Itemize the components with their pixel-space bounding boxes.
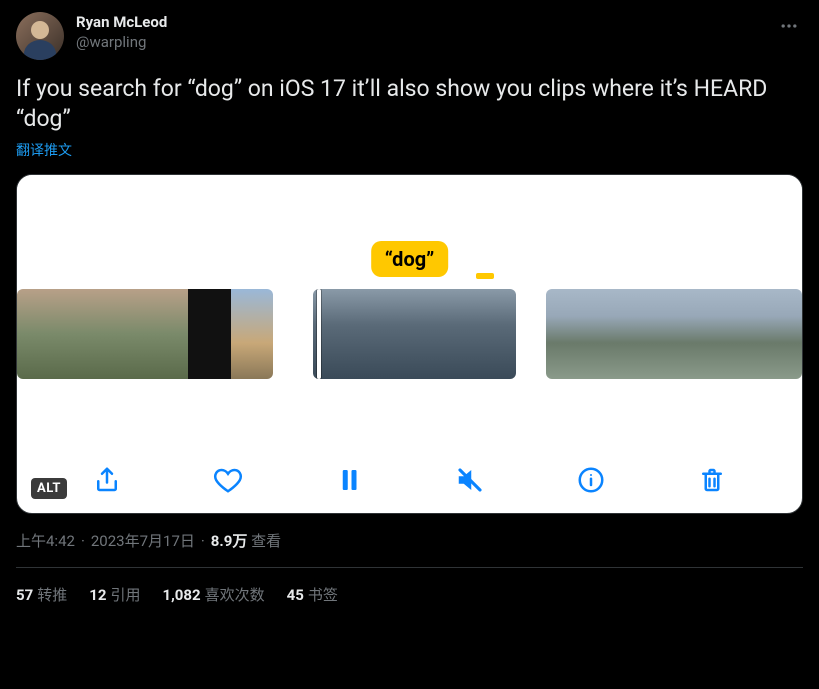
tweet-header: Ryan McLeod @warpling (16, 12, 803, 60)
video-thumbnail (717, 289, 760, 379)
retweets-label: 转推 (37, 586, 67, 604)
retweets-count: 57 (16, 586, 33, 604)
avatar[interactable] (16, 12, 64, 60)
video-thumbnail (364, 289, 415, 379)
translate-link[interactable]: 翻译推文 (16, 140, 72, 160)
video-thumbnail (60, 289, 103, 379)
delete-button[interactable] (697, 465, 727, 495)
views-count: 8.9万 (211, 532, 248, 550)
search-token-badge: “dog” (371, 241, 449, 277)
likes-stat[interactable]: 1,082 喜欢次数 (162, 584, 264, 605)
tweet-meta: 上午4:42 · 2023年7月17日 · 8.9万 查看 (16, 530, 803, 568)
views-label: 查看 (247, 532, 281, 550)
retweets-stat[interactable]: 57转推 (16, 584, 67, 605)
video-thumbnail (759, 289, 802, 379)
video-thumbnail (415, 289, 466, 379)
quotes-stat[interactable]: 12引用 (89, 584, 140, 605)
quotes-count: 12 (89, 586, 106, 604)
views[interactable]: 8.9万 查看 (211, 530, 281, 551)
playhead-marker (476, 273, 494, 279)
clip-group-1[interactable] (17, 289, 273, 379)
like-button[interactable] (213, 465, 243, 495)
more-button[interactable] (775, 12, 803, 40)
likes-label: 喜欢次数 (205, 586, 265, 604)
bookmarks-count: 45 (287, 586, 304, 604)
video-thumbnail (465, 289, 516, 379)
media-attachment[interactable]: “dog” (16, 174, 803, 514)
meta-separator: · (201, 532, 205, 550)
video-thumbnail (588, 289, 631, 379)
clip-group-2[interactable] (313, 289, 515, 379)
mute-button[interactable] (455, 465, 485, 495)
media-header-area: “dog” (17, 175, 802, 283)
thumbnail-strip (17, 289, 802, 379)
user-block: Ryan McLeod @warpling (76, 12, 763, 52)
video-thumbnail (17, 289, 60, 379)
tweet-text: If you search for “dog” on iOS 17 it’ll … (16, 74, 803, 134)
bookmarks-stat[interactable]: 45书签 (287, 584, 338, 605)
tweet-stats: 57转推 12引用 1,082 喜欢次数 45书签 (16, 568, 803, 621)
user-handle[interactable]: @warpling (76, 32, 763, 52)
video-thumbnail (313, 289, 364, 379)
video-thumbnail (631, 289, 674, 379)
bookmarks-label: 书签 (308, 586, 338, 604)
video-thumbnail (231, 289, 274, 379)
display-name[interactable]: Ryan McLeod (76, 12, 763, 32)
info-button[interactable] (576, 465, 606, 495)
likes-count: 1,082 (162, 586, 200, 604)
quotes-label: 引用 (110, 586, 140, 604)
pause-button[interactable] (334, 465, 364, 495)
tweet-date[interactable]: 2023年7月17日 (91, 530, 195, 551)
video-thumbnail (103, 289, 146, 379)
alt-badge[interactable]: ALT (31, 478, 67, 499)
playhead[interactable] (317, 289, 321, 379)
video-thumbnail (145, 289, 188, 379)
video-thumbnail (546, 289, 589, 379)
meta-separator: · (81, 532, 85, 550)
tweet-time[interactable]: 上午4:42 (16, 530, 75, 551)
video-scrubber[interactable] (17, 283, 802, 393)
video-thumbnail (188, 289, 231, 379)
share-button[interactable] (92, 465, 122, 495)
tweet-container: Ryan McLeod @warpling If you search for … (0, 0, 819, 621)
media-controls (17, 465, 802, 495)
video-thumbnail (674, 289, 717, 379)
clip-group-3[interactable] (546, 289, 802, 379)
